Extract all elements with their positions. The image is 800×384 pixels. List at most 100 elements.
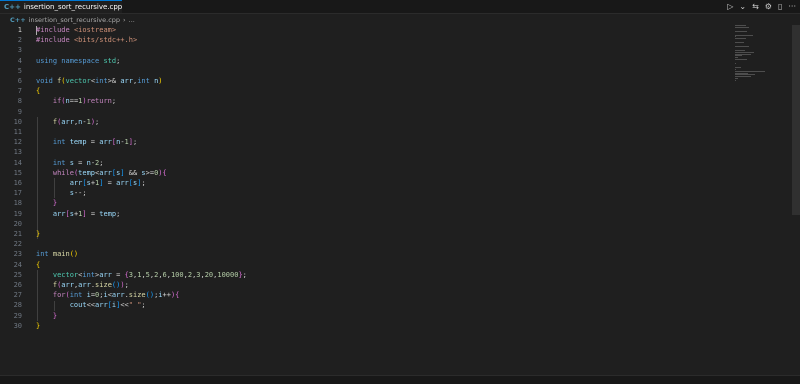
- breadcrumb: C++ insertion_sort_recursive.cpp › ...: [0, 14, 800, 25]
- code-text: vector<int>arr = {3,1,5,2,6,100,2,3,20,1…: [52, 270, 247, 279]
- line-number: 14: [13, 158, 22, 167]
- more-actions-icon[interactable]: ···: [788, 0, 796, 13]
- code-line[interactable]: 24 {: [0, 260, 720, 270]
- line-number: 16: [13, 179, 22, 187]
- code-line[interactable]: 10 f(arr,n-1);: [0, 117, 720, 127]
- code-line[interactable]: 2 #include <bits/stdc++.h>: [0, 35, 720, 45]
- code-text: void f(vector<int>& arr,int n): [36, 77, 163, 85]
- line-number: 8: [17, 97, 22, 106]
- line-number: 25: [13, 270, 22, 279]
- code-text: while(temp<arr[s] && s>=0){: [52, 168, 167, 177]
- line-number: 29: [13, 311, 22, 320]
- line-number: 30: [13, 321, 22, 330]
- code-line[interactable]: 13: [0, 147, 720, 157]
- minimap-line: [735, 26, 750, 28]
- minimap-line: [735, 57, 738, 59]
- minimap-line: [735, 59, 747, 61]
- code-text: s--;: [69, 189, 87, 198]
- gear-icon[interactable]: ⚙: [765, 0, 772, 13]
- code-line[interactable]: 18 }: [0, 198, 720, 208]
- line-number: 17: [13, 189, 22, 198]
- chevron-down-icon[interactable]: ⌄: [739, 0, 746, 13]
- minimap-line: [735, 42, 744, 44]
- minimap-line: [735, 66, 741, 68]
- code-line[interactable]: 9: [0, 107, 720, 117]
- tab-insertion-sort-recursive[interactable]: C++ insertion_sort_recursive.cpp: [0, 0, 122, 13]
- editor-actions: ▷ ⌄ ⇆ ⚙ ▯ ···: [727, 0, 796, 13]
- code-line[interactable]: 7{: [0, 86, 720, 96]
- code-text: }: [52, 199, 58, 208]
- code-line[interactable]: 3: [0, 45, 720, 55]
- line-number: 22: [13, 240, 22, 249]
- code-line[interactable]: 8 if(n==1)return;: [0, 96, 720, 106]
- line-number: 4: [17, 56, 22, 65]
- code-line[interactable]: 12 int temp = arr[n-1];: [0, 137, 720, 147]
- code-line[interactable]: 21}: [0, 229, 720, 239]
- code-text: {: [36, 260, 41, 269]
- line-number: 24: [13, 260, 22, 269]
- minimap-line: [735, 34, 753, 36]
- run-icon[interactable]: ▷: [727, 0, 733, 13]
- breadcrumb-separator-icon: ›: [123, 15, 126, 24]
- vertical-scrollbar[interactable]: [792, 25, 800, 215]
- code-line[interactable]: 4 using namespace std;: [0, 56, 720, 66]
- code-text: }: [36, 230, 41, 238]
- code-line[interactable]: 22: [0, 239, 720, 249]
- tab-label: insertion_sort_recursive.cpp: [23, 3, 123, 11]
- code-line[interactable]: 27 for(int i=0;i<arr.size();i++){: [0, 290, 720, 300]
- line-number: 21: [13, 230, 22, 238]
- line-number: 27: [13, 291, 22, 300]
- code-line[interactable]: 14 int s = n-2;: [0, 158, 720, 168]
- minimap-line: [735, 74, 756, 76]
- breadcrumb-symbols[interactable]: ...: [129, 16, 135, 24]
- minimap-line: [735, 68, 736, 70]
- line-number: 9: [17, 107, 22, 116]
- minimap-line: [735, 53, 751, 55]
- code-line[interactable]: 30}: [0, 321, 720, 331]
- compare-icon[interactable]: ⇆: [752, 0, 759, 13]
- code-text: arr[s+1] = arr[s];: [69, 179, 146, 187]
- code-text: #include <iostream>: [36, 26, 117, 34]
- minimap-line: [735, 49, 745, 51]
- tab-bar: C++ insertion_sort_recursive.cpp ▷ ⌄ ⇆ ⚙…: [0, 0, 800, 14]
- minimap[interactable]: [735, 25, 783, 85]
- code-line[interactable]: 15 while(temp<arr[s] && s>=0){: [0, 168, 720, 178]
- line-number: 15: [13, 168, 22, 177]
- line-number: 23: [13, 250, 22, 259]
- code-line[interactable]: 25 vector<int>arr = {3,1,5,2,6,100,2,3,2…: [0, 270, 720, 280]
- code-text: using namespace std;: [36, 56, 121, 65]
- code-line[interactable]: 5: [0, 66, 720, 76]
- code-line[interactable]: 19 arr[s+1] = temp;: [0, 209, 720, 219]
- code-line[interactable]: 6 void f(vector<int>& arr,int n): [0, 76, 720, 86]
- breadcrumb-file[interactable]: insertion_sort_recursive.cpp: [29, 16, 120, 24]
- code-line[interactable]: 11: [0, 127, 720, 137]
- minimap-line: [735, 70, 765, 72]
- minimap-line: [735, 72, 749, 74]
- code-text: if(n==1)return;: [52, 97, 117, 106]
- code-text: int temp = arr[n-1];: [52, 138, 138, 147]
- code-line[interactable]: 1 #include <iostream>: [0, 25, 720, 35]
- line-number: 19: [13, 209, 22, 218]
- minimap-line: [735, 55, 743, 57]
- code-line[interactable]: 17 s--;: [0, 188, 720, 198]
- split-editor-icon[interactable]: ▯: [778, 0, 782, 13]
- code-text: arr[s+1] = temp;: [52, 209, 121, 218]
- code-line[interactable]: 23 int main(): [0, 249, 720, 259]
- line-number: 11: [13, 128, 22, 136]
- cpp-file-icon: C++: [4, 3, 21, 11]
- code-text: f(arr,arr.size());: [52, 281, 129, 289]
- minimap-line: [735, 80, 736, 82]
- code-text: f(arr,n-1);: [52, 117, 100, 126]
- code-line[interactable]: 20: [0, 219, 720, 229]
- code-line[interactable]: 26 f(arr,arr.size());: [0, 280, 720, 290]
- minimap-line: [735, 76, 751, 78]
- cpp-file-icon: C++: [10, 15, 26, 24]
- minimap-line: [735, 25, 747, 26]
- code-line[interactable]: 29 }: [0, 311, 720, 321]
- code-line[interactable]: 28 cout<<arr[i]<<" ";: [0, 300, 720, 310]
- line-number: 7: [17, 87, 22, 96]
- code-text: #include <bits/stdc++.h>: [36, 36, 138, 45]
- code-text: int s = n-2;: [52, 158, 104, 167]
- code-line[interactable]: 16 arr[s+1] = arr[s];: [0, 178, 720, 188]
- code-editor[interactable]: 1 #include <iostream> 2 #include <bits/stdc…: [0, 25, 792, 370]
